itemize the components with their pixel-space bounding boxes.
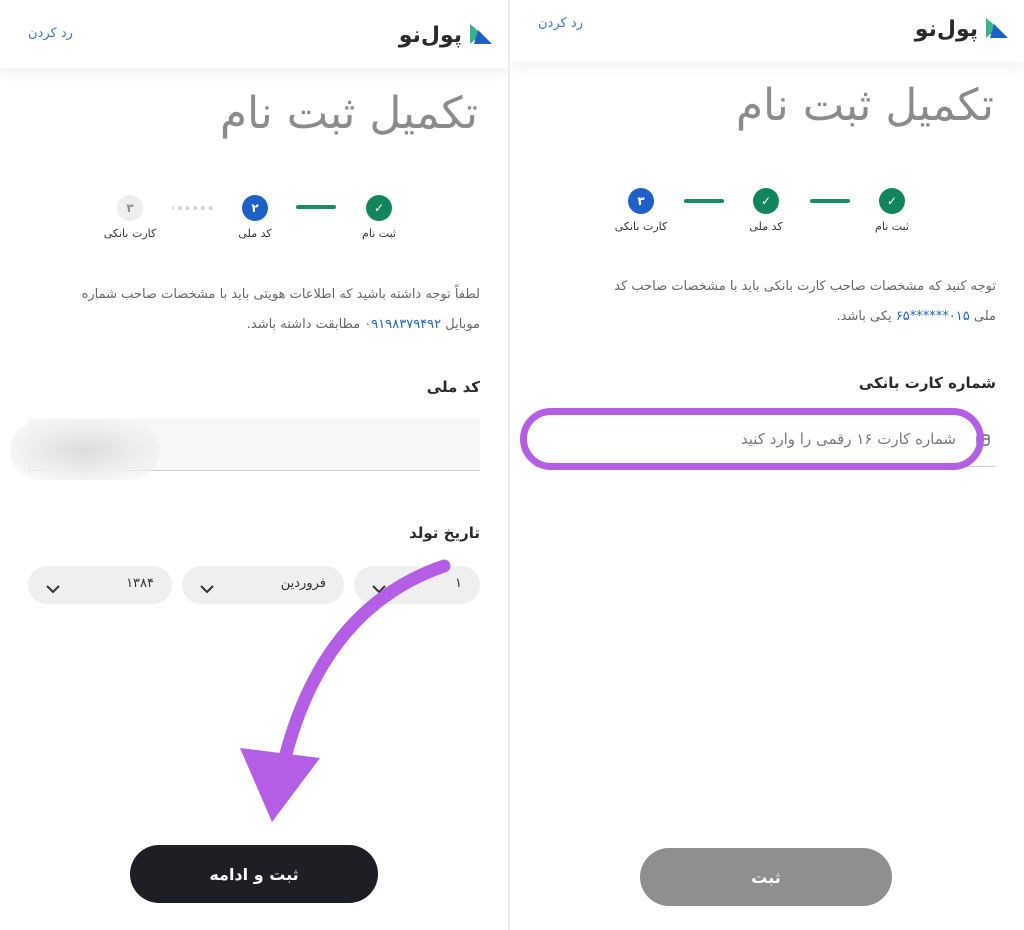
- submit-button[interactable]: ثبت: [640, 848, 892, 906]
- logo-icon: [984, 14, 1010, 44]
- step-label: کارت بانکی: [614, 220, 668, 233]
- notice-text: ملی: [973, 309, 996, 324]
- check-icon: ✓: [879, 188, 905, 214]
- right-screen: رد کردن پول‌نو تکمیل ثبت نام ✓ ثبت نام ✓…: [510, 0, 1024, 930]
- card-number-label: شماره کارت بانکی: [858, 374, 996, 392]
- step-bank-card: ۳ کارت بانکی: [586, 188, 696, 233]
- step-number: ۳: [628, 188, 654, 214]
- header: رد کردن پول‌نو: [510, 0, 1024, 62]
- logo-text: پول‌نو: [914, 16, 978, 42]
- left-screen: رد کردن پول‌نو تکمیل ثبت نام ✓ ثبت نام ۲…: [0, 0, 508, 930]
- step-national-code: ✓ کد ملی: [711, 188, 821, 233]
- brand-logo: پول‌نو: [915, 14, 1010, 44]
- highlight-outline: [520, 408, 984, 470]
- page-title: تکمیل ثبت نام: [735, 80, 994, 131]
- step-label: کد ملی: [749, 220, 783, 233]
- step-label: ثبت نام: [875, 220, 909, 233]
- card-notice: توجه کنید که مشخصات صاحب کارت بانکی باید…: [546, 272, 996, 332]
- notice-line: توجه کنید که مشخصات صاحب کارت بانکی باید…: [614, 279, 996, 294]
- step-registration: ✓ ثبت نام: [837, 188, 947, 233]
- masked-national-code: ۰۱۵******۶۵: [895, 309, 970, 324]
- pointer-arrow-icon: [240, 559, 451, 822]
- notice-line: ملی ۰۱۵******۶۵ یکی باشد.: [546, 302, 996, 332]
- cancel-link[interactable]: رد کردن: [538, 16, 583, 31]
- check-icon: ✓: [753, 188, 779, 214]
- notice-text: یکی باشد.: [836, 309, 892, 324]
